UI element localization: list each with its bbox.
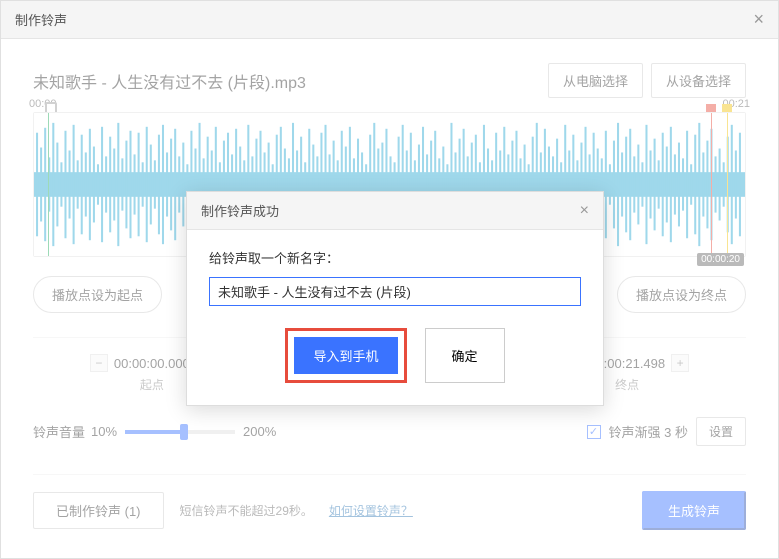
- window-title: 制作铃声: [15, 10, 67, 29]
- import-to-phone-button[interactable]: 导入到手机: [294, 337, 397, 374]
- modal-title: 制作铃声成功: [201, 201, 279, 220]
- highlight-box: 导入到手机: [285, 328, 406, 383]
- modal-label: 给铃声取一个新名字：: [209, 248, 581, 267]
- modal-close-icon[interactable]: ×: [580, 202, 589, 220]
- close-icon[interactable]: ×: [753, 9, 764, 30]
- modal-ok-button[interactable]: 确定: [425, 328, 505, 383]
- success-modal: 制作铃声成功 × 给铃声取一个新名字： 导入到手机 确定: [186, 191, 604, 406]
- ringtone-name-input[interactable]: [209, 277, 581, 306]
